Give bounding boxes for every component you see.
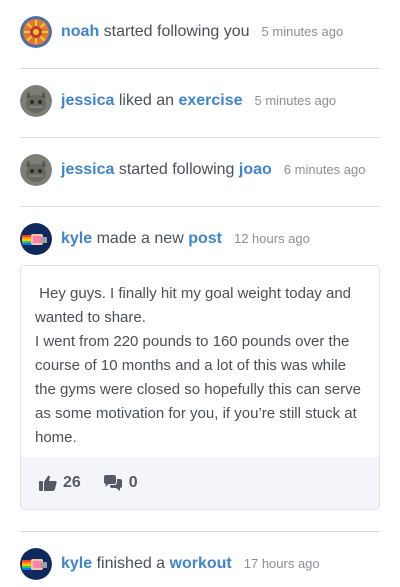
- feed-item: kyle finished a workout 17 hours ago: [20, 548, 380, 580]
- like-button[interactable]: 26: [39, 474, 81, 492]
- timestamp: 17 hours ago: [243, 556, 320, 571]
- timestamp: 5 minutes ago: [261, 24, 344, 39]
- comment-button[interactable]: 0: [103, 474, 138, 492]
- sunburst-avatar-icon: [20, 16, 52, 48]
- user-link[interactable]: jessica: [61, 161, 114, 178]
- thumbs-up-icon: [39, 475, 57, 491]
- cat-avatar-icon: [20, 85, 52, 117]
- feed-item-text: kyle finished a workout 17 hours ago: [61, 554, 320, 574]
- timestamp: 5 minutes ago: [254, 93, 337, 108]
- action-text: started following you: [99, 23, 250, 40]
- followed-user-link[interactable]: joao: [239, 161, 272, 178]
- nyan-cat-avatar-icon: [20, 548, 52, 580]
- feed-item: jessica liked an exercise 5 minutes ago: [20, 85, 380, 117]
- cat-avatar-icon: [20, 154, 52, 186]
- divider: [20, 206, 380, 207]
- action-text: finished a: [92, 555, 170, 572]
- timestamp: 6 minutes ago: [283, 162, 366, 177]
- action-text: made a new: [92, 230, 189, 247]
- workout-link[interactable]: workout: [170, 555, 232, 572]
- post-body: Hey guys. I finally hit my goal weight t…: [21, 266, 379, 450]
- timestamp: 12 hours ago: [233, 231, 310, 246]
- avatar[interactable]: [20, 223, 52, 255]
- avatar[interactable]: [20, 548, 52, 580]
- divider: [20, 531, 380, 532]
- exercise-link[interactable]: exercise: [178, 92, 242, 109]
- post-link[interactable]: post: [188, 230, 222, 247]
- feed-item: jessica started following joao 6 minutes …: [20, 154, 380, 186]
- post-footer: 26 0: [21, 457, 379, 509]
- comment-count: 0: [128, 474, 138, 491]
- avatar[interactable]: [20, 85, 52, 117]
- avatar[interactable]: [20, 16, 52, 48]
- feed-item-text: jessica started following joao 6 minutes …: [61, 160, 365, 180]
- user-link[interactable]: kyle: [61, 230, 92, 247]
- activity-feed: noah started following you 5 minutes ago …: [0, 0, 400, 587]
- post-paragraph: Hey guys. I finally hit my goal weight t…: [35, 285, 356, 326]
- feed-item: noah started following you 5 minutes ago: [20, 16, 380, 48]
- avatar[interactable]: [20, 154, 52, 186]
- comments-icon: [103, 475, 122, 491]
- like-count: 26: [63, 474, 81, 491]
- post-card: Hey guys. I finally hit my goal weight t…: [20, 265, 380, 510]
- feed-item-text: jessica liked an exercise 5 minutes ago: [61, 91, 336, 111]
- divider: [20, 68, 380, 69]
- user-link[interactable]: jessica: [61, 92, 114, 109]
- feed-item-text: noah started following you 5 minutes ago: [61, 22, 343, 42]
- feed-item: kyle made a new post 12 hours ago: [20, 223, 380, 255]
- feed-item-text: kyle made a new post 12 hours ago: [61, 229, 310, 249]
- post-paragraph: I went from 220 pounds to 160 pounds ove…: [35, 333, 361, 446]
- user-link[interactable]: kyle: [61, 555, 92, 572]
- nyan-cat-avatar-icon: [20, 223, 52, 255]
- user-link[interactable]: noah: [61, 23, 99, 40]
- action-text: started following: [114, 161, 239, 178]
- action-text: liked an: [114, 92, 179, 109]
- divider: [20, 137, 380, 138]
